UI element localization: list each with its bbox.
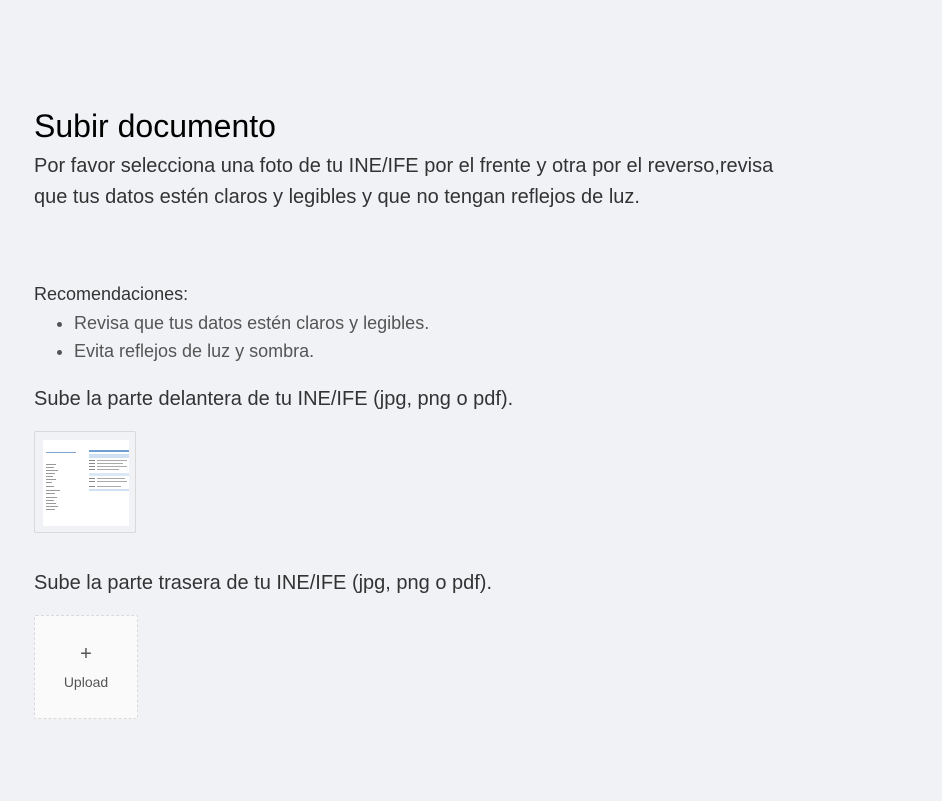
- recommendations-title: Recomendaciones:: [34, 284, 189, 304]
- recommendation-item: Evita reflejos de luz y sombra.: [74, 337, 794, 365]
- intro-text: Por favor selecciona una foto de tu INE/…: [34, 155, 774, 208]
- front-upload-label: Sube la parte delantera de tu INE/IFE (j…: [34, 388, 514, 410]
- upload-button-label: Upload: [63, 674, 109, 690]
- page-title: Subir documento: [34, 108, 276, 144]
- back-upload-button[interactable]: + Upload: [34, 615, 138, 719]
- back-upload-label: Sube la parte trasera de tu INE/IFE (jpg…: [34, 572, 493, 594]
- recommendations-list: Revisa que tus datos estén claros y legi…: [34, 309, 794, 365]
- document-thumbnail-image: [43, 440, 129, 526]
- page: Subir documento Por favor selecciona una…: [0, 0, 942, 801]
- recommendation-item: Revisa que tus datos estén claros y legi…: [74, 309, 794, 337]
- plus-icon: +: [80, 643, 92, 665]
- front-document-thumbnail[interactable]: [34, 431, 136, 533]
- upload-document-form: Subir documento Por favor selecciona una…: [34, 106, 794, 719]
